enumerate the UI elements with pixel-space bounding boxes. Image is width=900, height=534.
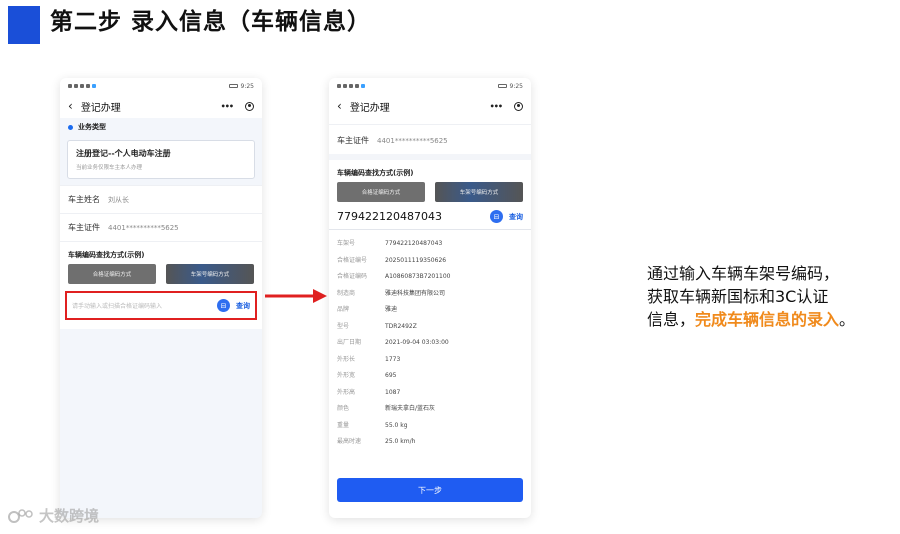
battery-icon	[228, 84, 238, 88]
info-row: 车架号 779422120487043	[337, 240, 443, 247]
watermark-logo-icon	[8, 508, 33, 523]
nav-bar: ‹ 登记办理 •••	[60, 94, 262, 118]
owner-id-value: 4401**********5625	[108, 223, 179, 232]
owner-name-row: 车主姓名 刘从长	[60, 185, 262, 213]
code-search-box: 请手动输入或扫描合格证编码输入 ⊟ 查询	[65, 291, 257, 320]
vehicle-code-section: 车辆编码查找方式(示例) 合格证编码方式 车架号编码方式 请手动输入或扫描合格证…	[60, 241, 262, 329]
info-row: 重量 55.0 kg	[337, 421, 408, 429]
vin-input-row: 779422120487043 ⊟ 查询	[329, 202, 531, 230]
vehicle-info-table: 车架号 779422120487043 合格证编号 2025011119350626…	[329, 230, 531, 451]
more-dots-icon[interactable]: •••	[221, 102, 234, 111]
info-row: 外形高 1087	[337, 388, 401, 396]
info-row: 制造商 雅迪科技集团有限公司	[337, 289, 446, 297]
certificate-example-button[interactable]: 合格证编码方式	[337, 182, 425, 202]
card-subtitle: 当前业务仅限车主本人办理	[76, 165, 143, 171]
owner-id-row: 车主证件 4401**********5625	[60, 213, 262, 241]
frame-example-button[interactable]: 车架号编码方式	[435, 182, 523, 202]
highlight-text: 完成车辆信息的录入	[695, 310, 840, 329]
info-row: 品牌 雅迪	[337, 306, 398, 313]
close-target-icon[interactable]	[514, 101, 523, 111]
close-target-icon[interactable]	[245, 101, 254, 111]
more-dots-icon[interactable]: •••	[490, 102, 503, 111]
business-type-label: 业务类型	[60, 118, 262, 136]
next-step-button[interactable]: 下一步	[337, 478, 523, 502]
nav-bar: ‹ 登记办理 •••	[329, 94, 531, 118]
back-arrow-icon[interactable]: ‹	[337, 99, 342, 113]
info-row: 型号 TDR2492Z	[337, 322, 417, 330]
vehicle-code-section: 车辆编码查找方式(示例) 合格证编码方式 车架号编码方式 77942212048…	[329, 154, 531, 230]
card-title: 注册登记--个人电动车注册	[76, 149, 171, 158]
owner-id-row: 车主证件 4401**********5625	[329, 124, 531, 154]
status-bar: 9:25	[329, 78, 531, 94]
nav-title: 登记办理	[349, 102, 390, 114]
slide-header: 第二步 录入信息（车辆信息）	[0, 0, 900, 44]
owner-id-value: 4401**********5625	[377, 136, 448, 145]
vin-input[interactable]: 779422120487043	[337, 210, 484, 223]
certificate-example-button[interactable]: 合格证编码方式	[68, 264, 156, 284]
bullet-dot-icon	[68, 124, 73, 130]
nav-title: 登记办理	[80, 102, 121, 114]
info-row: 最高时速 25.0 km/h	[337, 438, 416, 445]
info-row: 外形宽 695	[337, 372, 397, 379]
phone-screen-left: 9:25 ‹ 登记办理 ••• 业务类型 注册登记--个人电动车注册 当前业务仅…	[60, 78, 262, 518]
status-time: 9:25	[509, 82, 523, 90]
watermark: 大数跨境	[8, 505, 99, 526]
find-method-title: 车辆编码查找方式(示例)	[337, 169, 414, 177]
status-icons	[337, 84, 365, 88]
query-button[interactable]: 查询	[236, 301, 250, 311]
frame-example-button[interactable]: 车架号编码方式	[166, 264, 254, 284]
scan-icon[interactable]: ⊟	[490, 210, 503, 223]
phone-screen-right: 9:25 ‹ 登记办理 ••• 车主证件 4401**********5625 …	[329, 78, 531, 518]
business-type-card[interactable]: 注册登记--个人电动车注册 当前业务仅限车主本人办理	[67, 140, 255, 179]
battery-icon	[497, 84, 507, 88]
info-row: 合格证编码 A10860873B7201100	[337, 273, 451, 280]
description-text: 通过输入车辆车架号编码， 获取车辆新国标和3C认证 信息，完成车辆信息的录入。	[647, 264, 856, 329]
info-row: 合格证编号 2025011119350626	[337, 256, 447, 264]
scan-icon[interactable]: ⊟	[217, 299, 230, 312]
code-input[interactable]: 请手动输入或扫描合格证编码输入	[72, 301, 211, 310]
status-bar: 9:25	[60, 78, 262, 94]
status-icons	[68, 84, 96, 88]
arrow-right-icon	[265, 289, 327, 303]
slide-title: 第二步 录入信息（车辆信息）	[50, 9, 372, 35]
status-time: 9:25	[240, 82, 254, 90]
query-button[interactable]: 查询	[509, 212, 523, 222]
find-method-title: 车辆编码查找方式(示例)	[68, 251, 145, 259]
info-row: 外形长 1773	[337, 355, 401, 363]
info-row: 颜色 新瑞夫拿白/蓝石灰	[337, 405, 436, 412]
title-accent-bar	[8, 6, 40, 44]
owner-name-value: 刘从长	[108, 195, 129, 204]
info-row: 出厂日期 2021-09-04 03:03:00	[337, 339, 449, 346]
back-arrow-icon[interactable]: ‹	[68, 99, 73, 113]
